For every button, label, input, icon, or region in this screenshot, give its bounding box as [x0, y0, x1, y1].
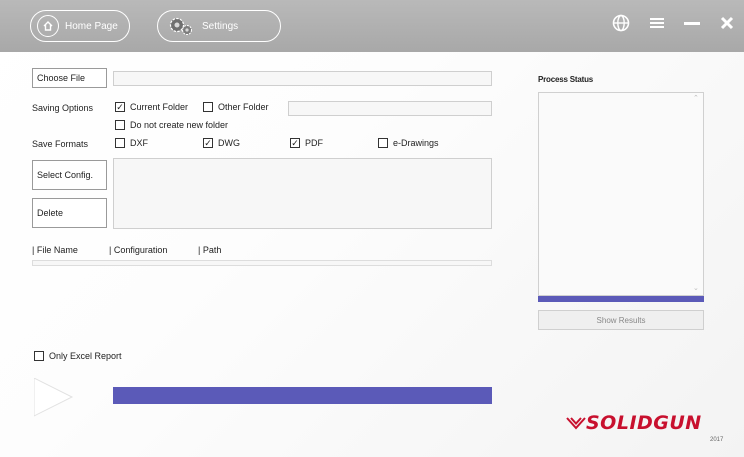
show-results-label: Show Results [596, 315, 646, 325]
current-folder-label: Current Folder [130, 102, 189, 112]
logo-chevron-icon [566, 417, 586, 430]
globe-icon[interactable] [612, 14, 630, 32]
format-dxf-checkbox[interactable]: DXF [115, 138, 148, 148]
checkbox-box [378, 138, 388, 148]
format-edrawings-checkbox[interactable]: e-Drawings [378, 138, 439, 148]
only-excel-report-checkbox[interactable]: Only Excel Report [34, 351, 122, 361]
scroll-down-icon[interactable]: ⌄ [693, 284, 699, 292]
checkbox-box [115, 138, 125, 148]
format-pdf-label: PDF [305, 138, 323, 148]
format-dxf-label: DXF [130, 138, 148, 148]
checkbox-box: ✓ [203, 138, 213, 148]
other-folder-checkbox[interactable]: Other Folder [203, 102, 269, 112]
config-list[interactable] [113, 158, 492, 229]
delete-label: Delete [37, 208, 64, 218]
play-icon[interactable] [34, 378, 74, 418]
gears-icon [168, 16, 194, 36]
other-folder-label: Other Folder [218, 102, 269, 112]
choose-file-button[interactable]: Choose File [32, 68, 107, 88]
progress-bar [113, 387, 492, 404]
other-folder-path-field[interactable] [288, 101, 492, 116]
home-page-label: Home Page [65, 20, 118, 32]
select-config-button[interactable]: Select Config. [32, 160, 107, 190]
format-dwg-label: DWG [218, 138, 240, 148]
settings-button[interactable]: Settings [157, 10, 281, 42]
file-path-field[interactable] [113, 71, 492, 86]
only-excel-report-label: Only Excel Report [49, 351, 122, 361]
solidgun-logo: SOLIDGUN [566, 412, 702, 434]
logo-year: 2017 [710, 437, 724, 443]
no-new-folder-label: Do not create new folder [130, 120, 229, 130]
checkbox-box: ✓ [115, 102, 125, 112]
checkmark-icon: ✓ [291, 137, 299, 148]
checkmark-icon: ✓ [116, 101, 124, 112]
delete-button[interactable]: Delete [32, 198, 107, 228]
scroll-up-icon[interactable]: ⌃ [693, 94, 699, 102]
logo-text: SOLIDGUN [586, 412, 702, 434]
header-bar: Home Page Settings [0, 0, 744, 52]
select-config-label: Select Config. [37, 170, 94, 180]
menu-icon[interactable] [650, 17, 664, 29]
format-dwg-checkbox[interactable]: ✓ DWG [203, 138, 240, 148]
column-header-file-name[interactable]: | File Name [32, 245, 78, 255]
home-page-button[interactable]: Home Page [30, 10, 130, 42]
column-header-configuration[interactable]: | Configuration [109, 245, 167, 255]
file-list[interactable] [32, 260, 492, 266]
process-status-title: Process Status [538, 75, 594, 84]
format-edrawings-label: e-Drawings [393, 138, 439, 148]
saving-options-label: Saving Options [32, 103, 94, 113]
window-controls [612, 14, 734, 32]
process-status-box[interactable] [538, 92, 704, 296]
show-results-button[interactable]: Show Results [538, 310, 704, 330]
checkmark-icon: ✓ [204, 137, 212, 148]
format-pdf-checkbox[interactable]: ✓ PDF [290, 138, 323, 148]
current-folder-checkbox[interactable]: ✓ Current Folder [115, 102, 188, 112]
home-icon [37, 15, 59, 37]
checkbox-box [34, 351, 44, 361]
status-progress-bar [538, 296, 704, 302]
column-header-path[interactable]: | Path [198, 245, 221, 255]
checkbox-box [203, 102, 213, 112]
close-icon[interactable] [720, 16, 734, 30]
checkbox-box: ✓ [290, 138, 300, 148]
save-formats-label: Save Formats [32, 139, 89, 149]
app-window: Home Page Settings Choose File Saving Op… [0, 0, 744, 457]
minimize-icon[interactable] [684, 17, 700, 29]
settings-label: Settings [202, 20, 239, 32]
choose-file-label: Choose File [37, 73, 86, 83]
checkbox-box [115, 120, 125, 130]
no-new-folder-checkbox[interactable]: Do not create new folder [115, 120, 228, 130]
